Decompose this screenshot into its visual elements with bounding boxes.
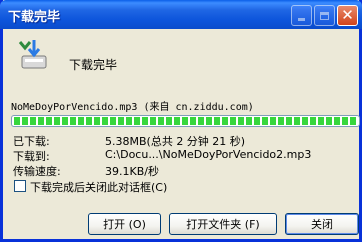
close-on-complete-label[interactable]: 下载完成后关闭此对话框(C): [30, 179, 167, 195]
minimize-icon: [298, 18, 305, 21]
saved-to-label: 下载到:: [13, 150, 50, 163]
download-complete-dialog: 下载完毕 ✕ 下载完毕 NoMeDoyPorVencido.mp3 (来自 cn…: [0, 0, 362, 242]
downloaded-row: 已下载: 5.38MB(总共 2 分钟 21 秒): [13, 133, 245, 149]
close-button[interactable]: 关闭: [285, 213, 359, 235]
window-title: 下载完毕: [8, 10, 61, 25]
speed-label: 传输速度:: [13, 165, 61, 178]
speed-row: 传输速度: 39.1KB/秒: [13, 163, 159, 179]
status-heading: 下载完毕: [69, 58, 118, 72]
downloaded-label: 已下载:: [13, 135, 50, 148]
saved-to-row: 下载到: C:\Docu...\NoMeDoyPorVencido2.mp3: [13, 148, 311, 164]
file-source-text: NoMeDoyPorVencido.mp3 (来自 cn.ziddu.com): [11, 102, 254, 113]
open-folder-button[interactable]: 打开文件夹 (F): [169, 213, 277, 235]
download-complete-icon: [14, 38, 48, 72]
close-icon: ✕: [341, 6, 354, 24]
speed-value: 39.1KB/秒: [105, 165, 159, 178]
progress-bar: [11, 115, 360, 127]
close-on-complete-checkbox[interactable]: [14, 180, 26, 192]
close-window-button[interactable]: ✕: [337, 5, 358, 26]
downloaded-value: 5.38MB(总共 2 分钟 21 秒): [105, 135, 246, 148]
open-button[interactable]: 打开 (O): [88, 213, 161, 235]
progress-fill: [14, 117, 357, 125]
maximize-icon: [320, 11, 329, 20]
minimize-button[interactable]: [291, 5, 312, 26]
saved-to-value: C:\Docu...\NoMeDoyPorVencido2.mp3: [105, 148, 312, 161]
title-bar[interactable]: 下载完毕 ✕: [0, 0, 362, 29]
maximize-button[interactable]: [314, 5, 335, 26]
